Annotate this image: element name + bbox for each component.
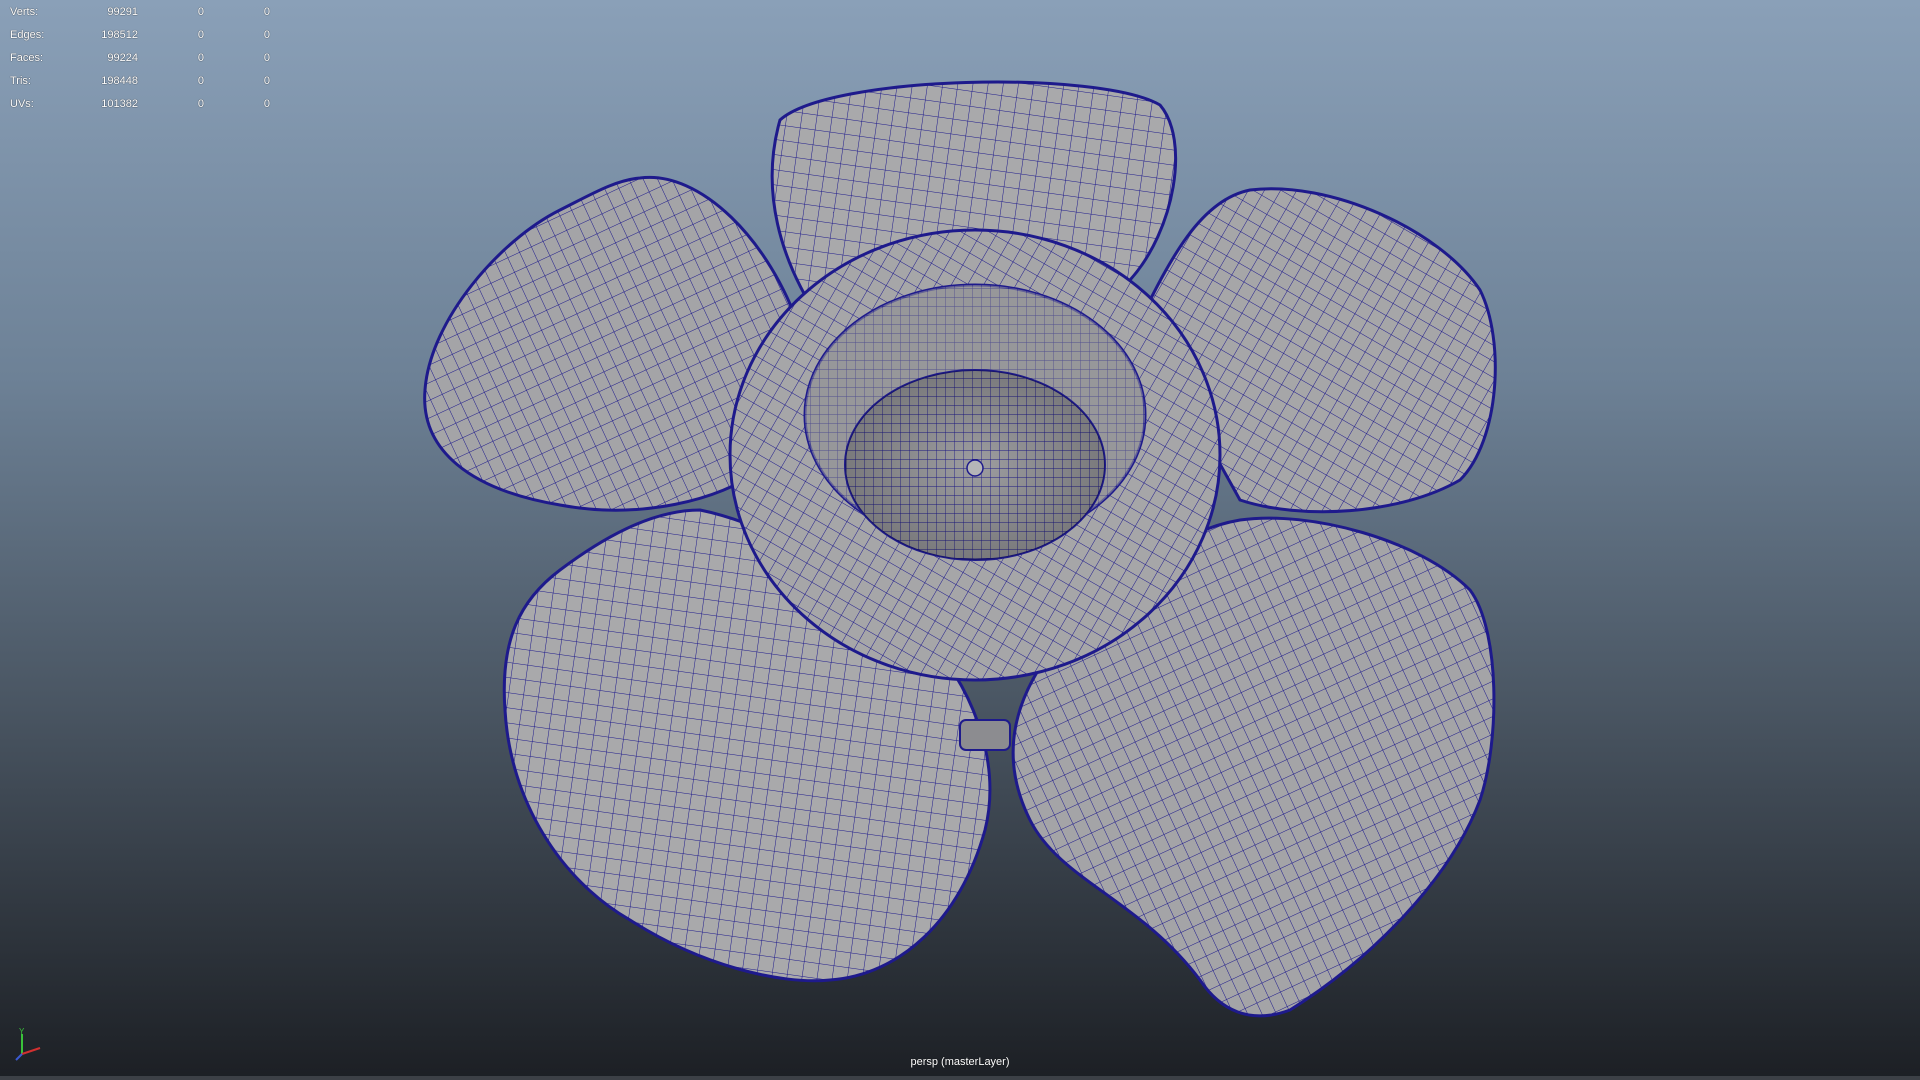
viewport-bottom-border — [0, 1076, 1920, 1080]
collar-notch — [959, 719, 1011, 751]
center-hub — [966, 459, 984, 477]
flower-mesh-wireframe[interactable] — [0, 0, 1920, 1080]
axis-x-line — [21, 1047, 41, 1055]
axis-y-label: Y — [19, 1028, 25, 1036]
camera-label: persp (masterLayer) — [910, 1056, 1010, 1068]
